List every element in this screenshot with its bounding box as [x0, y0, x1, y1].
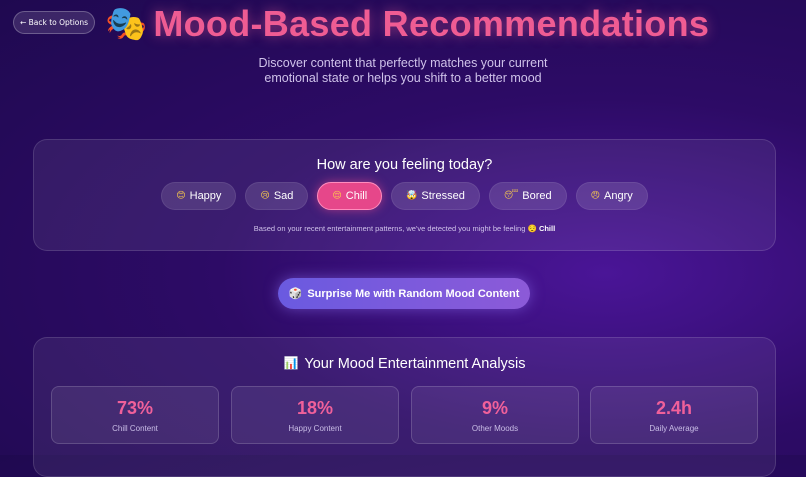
mood-button-stressed[interactable]: 🤯 Stressed	[391, 182, 480, 210]
surprise-me-button[interactable]: 🎲 Surprise Me with Random Mood Content	[278, 278, 530, 309]
stat-card-happy: 18% Happy Content	[231, 386, 399, 444]
mood-analysis-panel: 📊 Your Mood Entertainment Analysis 73% C…	[33, 337, 776, 477]
mood-button-angry[interactable]: 😠 Angry	[575, 182, 648, 210]
mood-label: Stressed	[421, 190, 465, 202]
page-subtitle: Discover content that perfectly matches …	[0, 56, 806, 86]
subtitle-line-1: Discover content that perfectly matches …	[258, 56, 548, 70]
bar-chart-icon: 📊	[283, 356, 299, 370]
analysis-title: 📊 Your Mood Entertainment Analysis	[34, 356, 775, 372]
mood-label: Sad	[273, 190, 294, 202]
exploding-head-icon: 🤯	[406, 191, 418, 201]
back-to-options-button[interactable]: ← Back to Options	[13, 11, 95, 34]
relieved-face-icon: 😌	[527, 224, 537, 233]
dice-icon: 🎲	[288, 287, 303, 300]
mood-selector-panel: How are you feeling today? 😊 Happy 😢 Sad…	[33, 139, 776, 251]
page-header: 🎭 Mood-Based Recommendations	[105, 0, 709, 48]
mood-question: How are you feeling today?	[316, 157, 493, 173]
detected-prefix: Based on your recent entertainment patte…	[253, 224, 526, 233]
mood-button-bored[interactable]: 😴 Bored	[488, 182, 567, 210]
stat-value: 2.4h	[655, 398, 693, 418]
mood-label: Bored	[522, 190, 552, 202]
angry-face-icon: 😠	[590, 191, 601, 201]
stat-value: 18%	[296, 398, 334, 418]
subtitle-line-2: emotional state or helps you shift to a …	[264, 71, 542, 85]
stat-label: Daily Average	[649, 424, 699, 433]
page-title: Mood-Based Recommendations	[153, 3, 710, 44]
stat-label: Happy Content	[288, 424, 342, 433]
mood-label: Chill	[345, 190, 368, 202]
mood-button-row: 😊 Happy 😢 Sad 😌 Chill 🤯 Stressed 😴 Bored…	[34, 182, 775, 210]
stat-card-daily-average: 2.4h Daily Average	[590, 386, 758, 444]
mood-label: Angry	[604, 190, 633, 202]
surprise-me-label: Surprise Me with Random Mood Content	[307, 287, 520, 300]
stat-value: 73%	[116, 398, 154, 418]
analysis-title-text: Your Mood Entertainment Analysis	[304, 356, 526, 372]
theater-masks-icon: 🎭	[105, 4, 148, 44]
mood-button-happy[interactable]: 😊 Happy	[161, 182, 237, 210]
stat-card-other: 9% Other Moods	[411, 386, 579, 444]
stat-label: Chill Content	[112, 424, 158, 433]
sleeping-face-icon: 😴	[503, 191, 519, 201]
mood-button-chill[interactable]: 😌 Chill	[317, 182, 383, 210]
detected-mood-text: Based on your recent entertainment patte…	[34, 224, 775, 233]
stat-label: Other Moods	[471, 424, 519, 433]
mood-button-sad[interactable]: 😢 Sad	[245, 182, 309, 210]
sad-face-icon: 😢	[260, 191, 270, 201]
stat-value: 9%	[481, 398, 508, 418]
detected-mood: Chill	[538, 224, 556, 233]
stat-card-chill: 73% Chill Content	[51, 386, 219, 444]
relieved-face-icon: 😌	[332, 191, 342, 201]
happy-face-icon: 😊	[176, 191, 186, 201]
mood-label: Happy	[189, 190, 222, 202]
